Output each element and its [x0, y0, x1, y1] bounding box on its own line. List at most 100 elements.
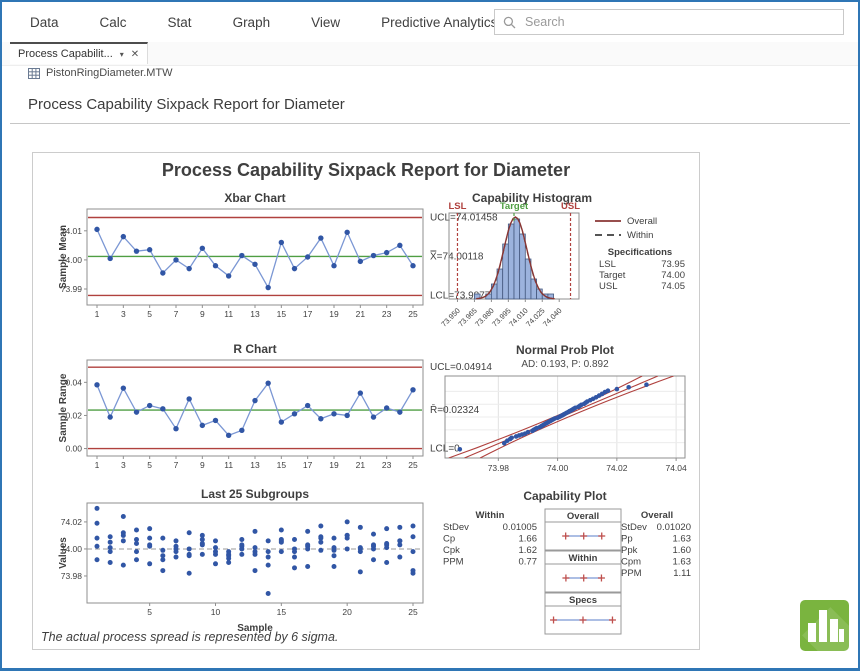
svg-text:13: 13 [250, 309, 260, 319]
svg-text:73.95: 73.95 [661, 259, 685, 270]
svg-text:Target: Target [500, 201, 529, 212]
svg-text:Cpk: Cpk [443, 545, 460, 556]
svg-text:Specifications: Specifications [608, 247, 672, 258]
svg-text:25: 25 [408, 607, 418, 617]
svg-text:17: 17 [303, 309, 313, 319]
svg-text:1: 1 [95, 309, 100, 319]
worksheet-grid-icon [28, 68, 40, 79]
svg-text:Pp: Pp [621, 534, 633, 545]
svg-text:USL: USL [599, 281, 617, 292]
svg-text:9: 9 [200, 460, 205, 470]
menu-stat[interactable]: Stat [168, 15, 192, 30]
chevron-down-icon[interactable]: ▾ [120, 50, 124, 59]
logo-bar [830, 619, 838, 642]
menu-data[interactable]: Data [30, 15, 59, 30]
svg-text:74.00: 74.00 [661, 270, 685, 281]
svg-text:Overall: Overall [627, 216, 657, 227]
svg-text:73.98: 73.98 [61, 571, 83, 581]
search-icon [503, 16, 516, 29]
minitab-logo-icon [800, 600, 849, 651]
svg-text:21: 21 [356, 309, 366, 319]
svg-text:74.00: 74.00 [547, 463, 569, 473]
worksheet-name: PistonRingDiameter.MTW [46, 67, 173, 79]
svg-text:0.77: 0.77 [519, 557, 538, 568]
svg-text:74.040: 74.040 [541, 306, 564, 329]
svg-text:Ppk: Ppk [621, 545, 638, 556]
menu-view[interactable]: View [311, 15, 340, 30]
svg-text:5: 5 [147, 460, 152, 470]
svg-text:13: 13 [250, 460, 260, 470]
svg-text:21: 21 [356, 460, 366, 470]
svg-text:Within: Within [569, 553, 598, 564]
svg-text:73.98: 73.98 [488, 463, 510, 473]
svg-text:Last 25 Subgroups: Last 25 Subgroups [201, 487, 309, 501]
capability-histogram[interactable]: Capability HistogramLSLTargetUSL73.95073… [433, 191, 697, 343]
svg-text:3: 3 [121, 460, 126, 470]
svg-text:10: 10 [211, 607, 221, 617]
svg-text:0.01020: 0.01020 [657, 522, 691, 533]
svg-text:1.62: 1.62 [519, 545, 538, 556]
svg-text:25: 25 [408, 309, 418, 319]
svg-text:Normal Prob Plot: Normal Prob Plot [516, 343, 614, 357]
svg-text:LSL: LSL [599, 259, 616, 270]
svg-text:Overall: Overall [567, 511, 599, 522]
svg-text:StDev: StDev [621, 522, 647, 533]
svg-text:15: 15 [277, 309, 287, 319]
logo-bar [819, 610, 827, 642]
close-icon[interactable]: ✕ [131, 49, 139, 60]
app-window: Data Calc Stat Graph View Predictive Ana… [0, 0, 860, 671]
svg-text:74.02: 74.02 [61, 517, 83, 527]
report-footnote: The actual process spread is represented… [41, 630, 338, 644]
svg-text:1.63: 1.63 [673, 557, 692, 568]
svg-text:74.02: 74.02 [606, 463, 628, 473]
menu-graph[interactable]: Graph [233, 15, 271, 30]
svg-text:Values: Values [58, 537, 69, 569]
svg-text:19: 19 [329, 309, 339, 319]
svg-text:PPM: PPM [443, 557, 464, 568]
svg-text:1.11: 1.11 [673, 568, 691, 579]
svg-text:15: 15 [277, 460, 287, 470]
svg-text:Sample Mean: Sample Mean [58, 225, 69, 289]
svg-text:Capability Plot: Capability Plot [523, 489, 606, 503]
menu-calc[interactable]: Calc [100, 15, 127, 30]
svg-text:11: 11 [224, 309, 233, 319]
svg-text:19: 19 [329, 460, 339, 470]
svg-text:25: 25 [408, 460, 418, 470]
svg-text:LSL: LSL [449, 201, 467, 212]
svg-text:0.01005: 0.01005 [503, 522, 537, 533]
svg-text:15: 15 [277, 607, 287, 617]
normal-prob-plot[interactable]: Normal Prob Plot AD: 0.193, P: 0.892 73.98… [433, 342, 697, 487]
svg-text:Cp: Cp [443, 534, 455, 545]
svg-text:Xbar Chart: Xbar Chart [224, 191, 285, 205]
svg-text:Within: Within [476, 510, 505, 521]
svg-text:Specs: Specs [569, 595, 597, 606]
svg-text:17: 17 [303, 460, 313, 470]
page-title: Process Capability Sixpack Report for Di… [28, 96, 345, 113]
svg-text:3: 3 [121, 309, 126, 319]
svg-text:1.63: 1.63 [673, 534, 692, 545]
svg-text:Sample Range: Sample Range [58, 373, 69, 442]
search-box[interactable] [494, 9, 844, 35]
capability-plot[interactable]: Capability PlotWithinStDev0.01005Cp1.66C… [433, 487, 697, 645]
svg-text:9: 9 [200, 309, 205, 319]
svg-text:Target: Target [599, 270, 626, 281]
svg-text:7: 7 [174, 460, 179, 470]
sixpack-report[interactable]: Process Capability Sixpack Report for Di… [32, 152, 700, 650]
worksheet-row[interactable]: PistonRingDiameter.MTW [28, 67, 173, 79]
svg-text:AD: 0.193, P: 0.892: AD: 0.193, P: 0.892 [521, 359, 609, 370]
svg-text:11: 11 [224, 460, 233, 470]
svg-text:7: 7 [174, 309, 179, 319]
report-title: Process Capability Sixpack Report for Di… [33, 160, 699, 181]
search-input[interactable] [523, 14, 835, 30]
svg-text:20: 20 [342, 607, 352, 617]
svg-text:23: 23 [382, 460, 392, 470]
svg-text:PPM: PPM [621, 568, 642, 579]
svg-text:Overall: Overall [641, 510, 673, 521]
svg-text:R Chart: R Chart [233, 342, 276, 356]
heading-divider [10, 123, 850, 124]
svg-text:5: 5 [147, 309, 152, 319]
tab-process-capability[interactable]: Process Capabilit... ▾ ✕ [10, 42, 148, 64]
svg-text:0.00: 0.00 [65, 444, 82, 454]
svg-text:74.04: 74.04 [665, 463, 687, 473]
tab-strip: Process Capabilit... ▾ ✕ [2, 42, 858, 66]
